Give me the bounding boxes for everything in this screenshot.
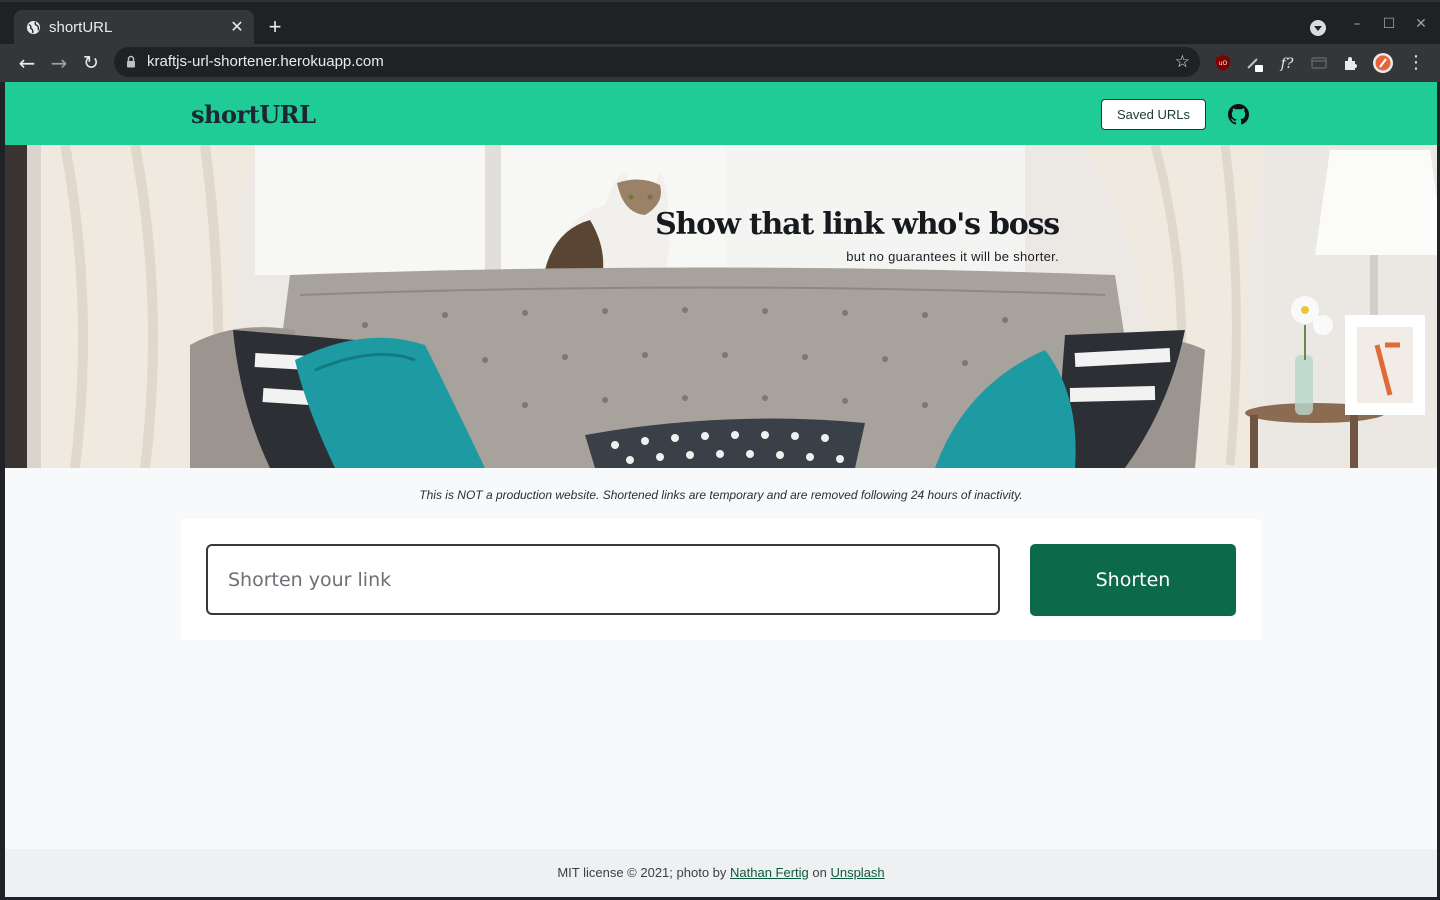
site-navbar: shortURL Saved URLs	[5, 82, 1437, 145]
profile-avatar[interactable]	[1373, 53, 1393, 73]
brand-logo[interactable]: shortURL	[191, 100, 316, 129]
pen-extension-icon[interactable]	[1245, 53, 1265, 73]
saved-urls-button[interactable]: Saved URLs	[1101, 99, 1206, 130]
browser-menu-icon[interactable]: ⋮	[1404, 51, 1428, 75]
svg-text:f?: f?	[1280, 56, 1294, 72]
tab-search-icon[interactable]	[1310, 20, 1326, 36]
maximize-icon[interactable]: ☐	[1379, 14, 1399, 34]
footer-license-text: MIT license © 2021; photo by	[557, 865, 730, 880]
svg-text:uO: uO	[1219, 60, 1228, 67]
shorten-button[interactable]: Shorten	[1030, 544, 1236, 616]
link-input[interactable]	[206, 544, 1000, 615]
lock-icon	[127, 55, 135, 68]
extensions-puzzle-icon[interactable]	[1341, 53, 1361, 73]
footer-on-text: on	[808, 865, 831, 880]
hero-banner: Show that link who's boss but no guarant…	[5, 145, 1437, 468]
new-tab-button[interactable]: +	[264, 16, 286, 38]
back-arrow-icon[interactable]: ←	[15, 51, 39, 75]
reload-icon[interactable]: ↻	[79, 51, 103, 75]
tab-title: shortURL	[49, 19, 113, 36]
unsplash-link[interactable]: Unsplash	[830, 865, 884, 880]
browser-tab[interactable]: shortURL ✕	[14, 10, 254, 46]
page-viewport: shortURL Saved URLs Show that link who's…	[5, 82, 1437, 897]
hero-photo	[5, 145, 1437, 468]
hero-subtitle: but no guarantees it will be shorter.	[846, 249, 1059, 264]
address-bar[interactable]: kraftjs-url-shortener.herokuapp.com ☆	[114, 47, 1200, 77]
bookmark-star-icon[interactable]: ☆	[1175, 51, 1190, 73]
close-window-icon[interactable]: ✕	[1411, 14, 1431, 34]
minimize-icon[interactable]: –	[1347, 14, 1367, 34]
forward-arrow-icon[interactable]: →	[47, 51, 71, 75]
shorten-form: Shorten	[181, 519, 1261, 640]
font-extension-icon[interactable]: f?	[1277, 53, 1297, 73]
page-footer: MIT license © 2021; photo by Nathan Fert…	[5, 849, 1437, 897]
disclaimer-notice: This is NOT a production website. Shorte…	[419, 488, 1023, 502]
github-icon[interactable]	[1228, 104, 1249, 125]
browser-toolbar: ← → ↻ kraftjs-url-shortener.herokuapp.co…	[0, 44, 1440, 82]
hero-title: Show that link who's boss	[655, 207, 1060, 242]
window-extension-icon[interactable]	[1309, 53, 1329, 73]
browser-tab-strip: shortURL ✕ + – ☐ ✕	[0, 0, 1440, 46]
url-text: kraftjs-url-shortener.herokuapp.com	[147, 53, 384, 70]
globe-icon	[26, 20, 41, 35]
ublock-icon[interactable]: uO	[1213, 53, 1233, 73]
tab-close-icon[interactable]: ✕	[228, 18, 246, 36]
photographer-link[interactable]: Nathan Fertig	[730, 865, 809, 880]
